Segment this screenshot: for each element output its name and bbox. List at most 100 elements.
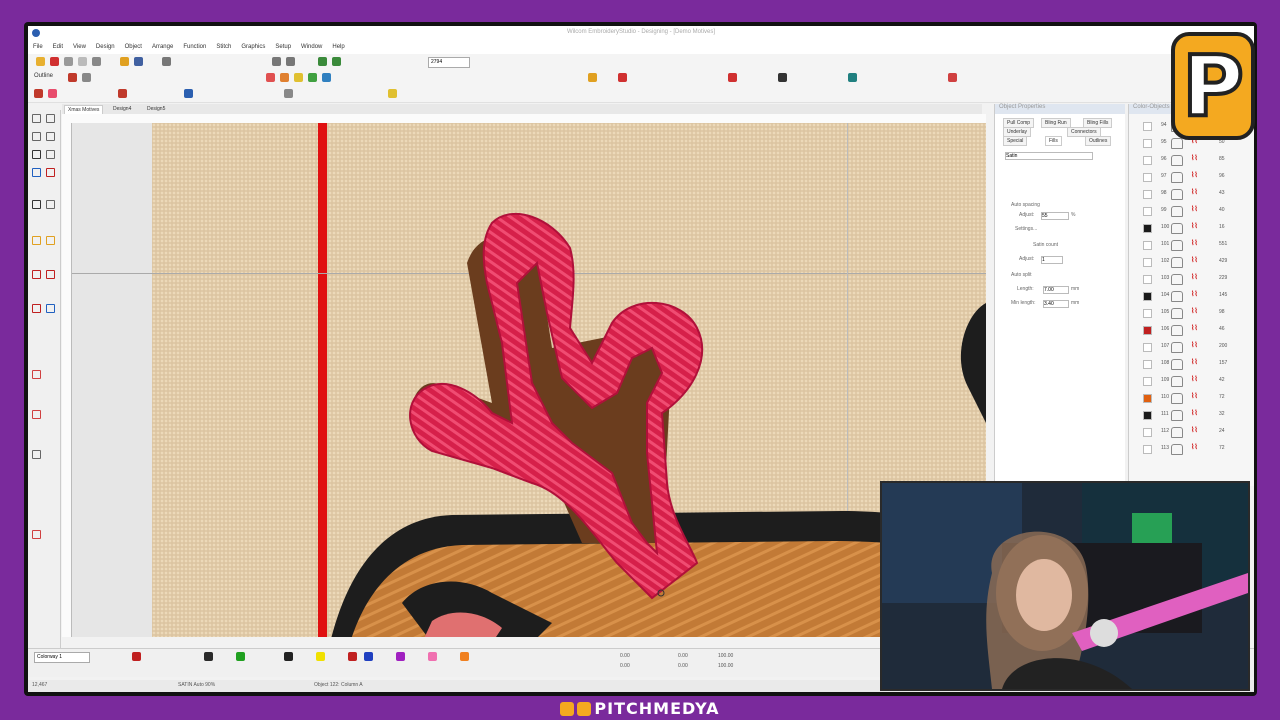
slow-redraw-icon[interactable] xyxy=(332,57,341,66)
menu-window[interactable]: Window xyxy=(296,42,327,52)
length-input[interactable]: 7.00 xyxy=(1043,286,1069,294)
stop-icon[interactable] xyxy=(618,73,627,82)
plus-icon[interactable] xyxy=(204,652,213,661)
color-object-row[interactable]: 99 ⌇⌇ 40 xyxy=(1143,203,1251,218)
thread-color-swatch[interactable] xyxy=(1143,122,1152,131)
emboss-tool-icon[interactable] xyxy=(32,530,41,539)
break-tool-icon[interactable] xyxy=(32,304,41,313)
thread-color-swatch[interactable] xyxy=(1143,445,1152,454)
color-swatch-orange[interactable] xyxy=(460,652,469,661)
width-value[interactable]: 0.00 xyxy=(678,653,688,659)
color-object-row[interactable]: 101 ⌇⌇ 551 xyxy=(1143,237,1251,252)
lock-icon[interactable] xyxy=(388,89,397,98)
position-x-value[interactable]: 0.00 xyxy=(620,653,630,659)
lettering-tool-icon[interactable] xyxy=(32,370,41,379)
tatami-icon[interactable] xyxy=(280,73,289,82)
thread-color-swatch[interactable] xyxy=(1143,343,1152,352)
copy-icon[interactable] xyxy=(78,57,87,66)
undo-icon[interactable] xyxy=(272,57,281,66)
pattern-fill-icon[interactable] xyxy=(118,89,127,98)
color-object-row[interactable]: 103 ⌇⌇ 229 xyxy=(1143,271,1251,286)
color-object-row[interactable]: 98 ⌇⌇ 43 xyxy=(1143,186,1251,201)
thread-color-swatch[interactable] xyxy=(1143,190,1152,199)
thread-color-swatch[interactable] xyxy=(1143,360,1152,369)
colorway-select[interactable]: Colorway 1 xyxy=(34,652,90,663)
thread-color-swatch[interactable] xyxy=(1143,207,1152,216)
pen-tool-icon[interactable] xyxy=(32,132,41,141)
reshape-icon[interactable] xyxy=(284,89,293,98)
menu-arrange[interactable]: Arrange xyxy=(147,42,178,52)
select-tool-icon[interactable] xyxy=(32,114,41,123)
thread-color-swatch[interactable] xyxy=(1143,292,1152,301)
run-icon[interactable] xyxy=(82,73,91,82)
tab-outlines[interactable]: Outlines xyxy=(1085,136,1112,146)
color-swatch-green[interactable] xyxy=(236,652,245,661)
color-swatch-purple[interactable] xyxy=(396,652,405,661)
tab-fills[interactable]: Fills xyxy=(1045,136,1062,146)
wilcom-icon[interactable] xyxy=(50,57,59,66)
thread-color-swatch[interactable] xyxy=(1143,309,1152,318)
info-icon[interactable] xyxy=(778,73,787,82)
color-object-row[interactable]: 107 ⌇⌇ 200 xyxy=(1143,339,1251,354)
color-object-row[interactable]: 100 ⌇⌇ 16 xyxy=(1143,220,1251,235)
color-object-row[interactable]: 113 ⌇⌇ 72 xyxy=(1143,441,1251,456)
zoom-input[interactable]: 2794 xyxy=(428,57,470,68)
pattern-icon[interactable] xyxy=(294,73,303,82)
thread-color-swatch[interactable] xyxy=(1143,377,1152,386)
shape-tool-icon[interactable] xyxy=(46,150,55,159)
tab-special[interactable]: Special xyxy=(1003,136,1028,146)
print-icon[interactable] xyxy=(162,57,171,66)
circle-tool-icon[interactable] xyxy=(32,200,41,209)
color-object-row[interactable]: 105 ⌇⌇ 98 xyxy=(1143,305,1251,320)
auto-spacing-checkbox[interactable]: Auto spacing xyxy=(1011,202,1040,208)
menu-stitch[interactable]: Stitch xyxy=(211,42,236,52)
menu-file[interactable]: File xyxy=(28,42,48,52)
satin-count-input[interactable]: 1 xyxy=(1041,256,1063,264)
color-object-row[interactable]: 110 ⌇⌇ 72 xyxy=(1143,390,1251,405)
menu-setup[interactable]: Setup xyxy=(270,42,296,52)
settings-button[interactable]: Settings... xyxy=(1015,226,1037,232)
thread-color-swatch[interactable] xyxy=(1143,394,1152,403)
satin-icon[interactable] xyxy=(68,73,77,82)
cut-icon[interactable] xyxy=(64,57,73,66)
align-icon[interactable] xyxy=(848,73,857,82)
text-tool-icon[interactable] xyxy=(32,150,41,159)
color-object-row[interactable]: 96 ⌇⌇ 85 xyxy=(1143,152,1251,167)
trim-icon[interactable] xyxy=(588,73,597,82)
reshape-tool-icon[interactable] xyxy=(46,114,55,123)
stitch-icon[interactable] xyxy=(34,89,43,98)
adjust-input[interactable]: 55 xyxy=(1041,212,1069,220)
applique-icon[interactable] xyxy=(48,89,57,98)
auto-split-checkbox[interactable]: Auto split xyxy=(1011,272,1032,278)
measure-tool-icon[interactable] xyxy=(32,450,41,459)
knife-tool-icon[interactable] xyxy=(46,270,55,279)
doc-tab-design4[interactable]: Design4 xyxy=(110,105,134,113)
digitize-tool-icon[interactable] xyxy=(32,236,41,245)
fill-tool-icon[interactable] xyxy=(32,168,41,177)
thread-color-swatch[interactable] xyxy=(1143,428,1152,437)
thread-color-swatch[interactable] xyxy=(1143,173,1152,182)
stitch-tool-icon[interactable] xyxy=(46,168,55,177)
thread-color-swatch[interactable] xyxy=(1143,139,1152,148)
height-percent[interactable]: 100.00 xyxy=(718,663,733,669)
color-object-row[interactable]: 104 ⌇⌇ 145 xyxy=(1143,288,1251,303)
position-y-value[interactable]: 0.00 xyxy=(620,663,630,669)
travel-icon[interactable] xyxy=(318,57,327,66)
thread-color-swatch[interactable] xyxy=(1143,224,1152,233)
menu-help[interactable]: Help xyxy=(327,42,349,52)
color-swatch-blue[interactable] xyxy=(364,652,373,661)
width-percent[interactable]: 100.00 xyxy=(718,653,733,659)
color-object-row[interactable]: 111 ⌇⌇ 32 xyxy=(1143,407,1251,422)
thread-color-swatch[interactable] xyxy=(1143,326,1152,335)
menu-design[interactable]: Design xyxy=(91,42,120,52)
applique-tool-icon[interactable] xyxy=(32,270,41,279)
menu-function[interactable]: Function xyxy=(178,42,211,52)
menu-object[interactable]: Object xyxy=(120,42,147,52)
paste-icon[interactable] xyxy=(92,57,101,66)
color-object-row[interactable]: 97 ⌇⌇ 96 xyxy=(1143,169,1251,184)
trapunto-icon[interactable] xyxy=(322,73,331,82)
thread-color-swatch[interactable] xyxy=(1143,241,1152,250)
remove-icon[interactable] xyxy=(728,73,737,82)
doc-tab-design5[interactable]: Design5 xyxy=(144,105,168,113)
thread-color-swatch[interactable] xyxy=(1143,258,1152,267)
